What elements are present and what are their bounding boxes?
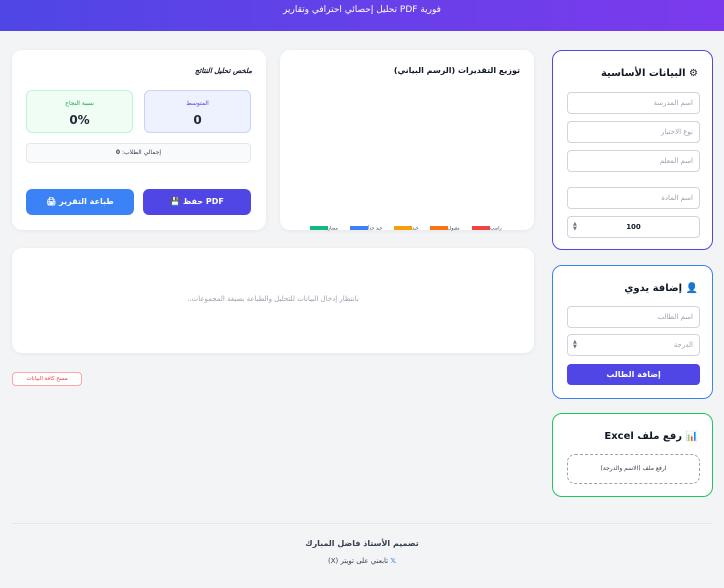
pass-rate-label: نسبة النجاح [65,100,94,107]
legend-swatch-pass [430,226,448,230]
chart-area [294,80,520,215]
total-students-value: 0 [115,149,121,156]
subject-name-input[interactable]: اسم المادة [567,187,700,209]
basic-info-card: ⚙ البيانات الأساسية اسم المدرسة نوع الاخ… [552,50,713,250]
manual-add-heading: 👤 إضافة يدوي [624,283,698,294]
legend-item-excellent: ممتاز [308,226,338,232]
average-value: 0 [193,113,202,127]
legend-item-fail: راسب [470,226,502,232]
print-report-button[interactable]: 🖨 طباعة التقرير [26,189,134,215]
school-name-input[interactable]: اسم المدرسة [567,92,700,114]
max-score-stepper[interactable]: 100 ▲ ▼ [567,216,700,238]
basic-info-heading: ⚙ البيانات الأساسية [601,68,698,79]
legend-item-pass: مقبول [428,226,460,232]
groups-panel: بانتظار إدخال البيانات للتحليل والطباعة … [12,248,534,353]
footer-divider [12,523,712,524]
average-label: المتوسط [186,100,209,107]
excel-upload-heading: 📊 رفع ملف Excel [604,431,698,442]
chart-icon: 📊 [685,431,698,442]
student-name-input[interactable]: اسم الطالب [567,306,700,328]
excel-dropzone[interactable]: ارفع ملف (الاسم والدرجة) [567,454,700,484]
user-icon: 👤 [685,283,698,294]
add-student-button[interactable]: إضافة الطالب [567,364,700,385]
score-input[interactable]: الدرجة ▲ ▼ [567,334,700,356]
stepper-arrows-icon[interactable]: ▲ ▼ [573,340,577,350]
total-students-label: إجمالي الطلاب: [122,149,162,156]
legend-item-very-good: جيد جداً [348,226,382,232]
chart-title: توزيع التقديرات (الرسم البياني) [393,66,520,75]
total-students-bar: إجمالي الطلاب: 0 [26,143,251,163]
average-stat-box: المتوسط 0 [144,90,251,133]
stepper-arrows-icon[interactable]: ▲ ▼ [573,222,577,232]
clear-all-button[interactable]: مسح كافة البيانات [12,372,82,386]
header-subtitle: تحليل إحصائي احترافي وتقارير PDF فورية [283,5,441,15]
app-header: تحليل إحصائي احترافي وتقارير PDF فورية [0,0,724,31]
x-logo-icon: 𝕏 [390,557,396,565]
floppy-icon: 💾 [170,197,181,206]
save-pdf-button[interactable]: 💾 حفظ PDF [143,189,251,215]
legend-swatch-good [394,226,412,230]
legend-swatch-very-good [350,226,368,230]
summary-title: ملخص تحليل النتائج [194,67,252,75]
groups-waiting-message: بانتظار إدخال البيانات للتحليل والطباعة … [187,295,359,303]
legend-item-good: جيد [392,226,419,232]
footer-credit: تصميم الأستاذ فاضل المبارك [305,539,419,548]
excel-upload-card: 📊 رفع ملف Excel ارفع ملف (الاسم والدرجة) [552,413,713,497]
exam-type-input[interactable]: نوع الاختبار [567,121,700,143]
legend-swatch-excellent [310,226,328,230]
teacher-name-input[interactable]: اسم المعلم [567,150,700,172]
manual-add-card: 👤 إضافة يدوي اسم الطالب الدرجة ▲ ▼ إضافة … [552,265,713,399]
basic-info-title: البيانات الأساسية [600,68,686,79]
summary-card: ملخص تحليل النتائج المتوسط 0 نسبة النجاح… [12,50,266,230]
legend-swatch-fail [472,226,490,230]
chart-card: توزيع التقديرات (الرسم البياني) [280,50,534,230]
twitter-follow-link[interactable]: 𝕏 تابعني على تويتر (X) [0,557,724,565]
manual-add-title: إضافة يدوي [624,283,683,294]
printer-icon: 🖨 [46,197,57,206]
gear-icon: ⚙ [689,68,698,79]
pass-rate-value: 0% [69,113,90,127]
pass-rate-stat-box: نسبة النجاح 0% [26,90,133,133]
excel-upload-title: رفع ملف Excel [604,431,683,442]
